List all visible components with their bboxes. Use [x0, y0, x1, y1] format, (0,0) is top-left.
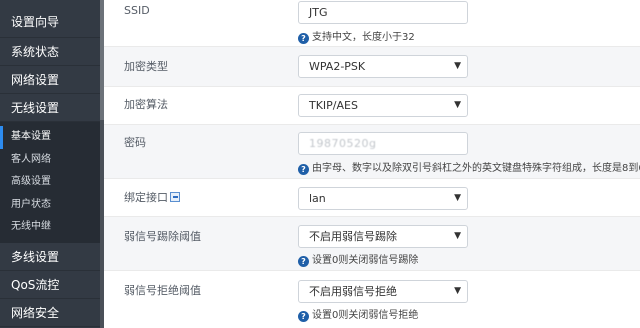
encryption-type-select[interactable]: WPA2-PSK ▼ — [298, 55, 468, 78]
sidebar-item-system-status[interactable]: 系统状态 — [0, 38, 100, 66]
row-ssid: SSID JTG ? 支持中文，长度小于32 — [104, 0, 640, 47]
weak-reject-hint-text: 设置0则关闭弱信号拒绝 — [312, 310, 419, 321]
weak-kick-label: 弱信号踢除阈值 — [124, 230, 201, 243]
caret-down-icon: ▼ — [454, 100, 461, 110]
link-icon[interactable] — [170, 192, 180, 202]
password-hint: ? 由字母、数字以及除双引号斜杠之外的英文键盘特殊字符组成，长度是8到6 — [298, 159, 640, 175]
submenu-item-user-status[interactable]: 用户状态 — [0, 194, 100, 217]
ssid-input[interactable]: JTG — [298, 1, 468, 24]
encryption-type-label: 加密类型 — [124, 60, 168, 73]
caret-down-icon: ▼ — [454, 193, 461, 203]
caret-down-icon: ▼ — [454, 231, 461, 241]
password-hint-text: 由字母、数字以及除双引号斜杠之外的英文键盘特殊字符组成，长度是8到6 — [312, 163, 640, 174]
encryption-algo-label: 加密算法 — [124, 98, 168, 111]
sidebar-item-network-security[interactable]: 网络安全 — [0, 299, 100, 327]
sidebar-item-multi-wan[interactable]: 多线设置 — [0, 243, 100, 271]
ssid-label: SSID — [124, 4, 150, 17]
sidebar: 设置向导 系统状态 网络设置 无线设置 基本设置 客人网络 高级设置 用户状态 … — [0, 0, 100, 328]
bind-interface-select[interactable]: lan ▼ — [298, 187, 468, 210]
weak-reject-label: 弱信号拒绝阈值 — [124, 284, 201, 297]
sidebar-item-qos[interactable]: QoS流控 — [0, 271, 100, 299]
encryption-algo-value: TKIP/AES — [309, 99, 358, 112]
weak-kick-select[interactable]: 不启用弱信号踢除 ▼ — [298, 225, 468, 248]
caret-down-icon: ▼ — [454, 286, 461, 296]
row-password: 密码 19870520g ? 由字母、数字以及除双引号斜杠之外的英文键盘特殊字符组… — [104, 125, 640, 179]
row-bind-interface: 绑定接口 lan ▼ — [104, 179, 640, 217]
encryption-type-value: WPA2-PSK — [309, 60, 366, 73]
help-circle-icon: ? — [298, 164, 309, 175]
help-circle-icon: ? — [298, 311, 309, 322]
row-weak-signal-kick: 弱信号踢除阈值 不启用弱信号踢除 ▼ ? 设置0则关闭弱信号踢除 — [104, 217, 640, 271]
password-input[interactable]: 19870520g — [298, 132, 468, 155]
weak-reject-hint: ? 设置0则关闭弱信号拒绝 — [298, 306, 418, 322]
submenu-item-wireless-relay[interactable]: 无线中继 — [0, 216, 100, 239]
wireless-submenu: 基本设置 客人网络 高级设置 用户状态 无线中继 — [0, 122, 100, 243]
weak-kick-hint-text: 设置0则关闭弱信号踢除 — [312, 255, 419, 266]
bind-interface-label: 绑定接口 — [124, 191, 168, 204]
weak-reject-select[interactable]: 不启用弱信号拒绝 ▼ — [298, 280, 468, 303]
weak-kick-value: 不启用弱信号踢除 — [309, 230, 397, 243]
sidebar-item-network-settings[interactable]: 网络设置 — [0, 66, 100, 94]
submenu-item-advanced-settings[interactable]: 高级设置 — [0, 171, 100, 194]
ssid-hint-text: 支持中文，长度小于32 — [312, 32, 415, 43]
weak-reject-value: 不启用弱信号拒绝 — [309, 285, 397, 298]
bind-interface-label-wrap: 绑定接口 — [124, 189, 180, 205]
password-value: 19870520g — [309, 137, 377, 150]
submenu-item-guest-network[interactable]: 客人网络 — [0, 149, 100, 172]
help-circle-icon: ? — [298, 256, 309, 267]
bind-interface-value: lan — [309, 192, 326, 205]
help-circle-icon: ? — [298, 33, 309, 44]
sidebar-item-setup-wizard[interactable]: 设置向导 — [0, 0, 100, 38]
password-label: 密码 — [124, 136, 146, 149]
caret-down-icon: ▼ — [454, 61, 461, 71]
encryption-algo-select[interactable]: TKIP/AES ▼ — [298, 94, 468, 117]
submenu-item-basic-settings[interactable]: 基本设置 — [0, 126, 100, 149]
settings-form: SSID JTG ? 支持中文，长度小于32 加密类型 WPA2-PSK ▼ 加密… — [104, 0, 640, 328]
ssid-value: JTG — [309, 6, 328, 19]
sidebar-item-wireless-settings[interactable]: 无线设置 — [0, 94, 100, 122]
row-encryption-type: 加密类型 WPA2-PSK ▼ — [104, 47, 640, 87]
ssid-hint: ? 支持中文，长度小于32 — [298, 28, 415, 44]
row-weak-signal-reject: 弱信号拒绝阈值 不启用弱信号拒绝 ▼ ? 设置0则关闭弱信号拒绝 — [104, 271, 640, 328]
weak-kick-hint: ? 设置0则关闭弱信号踢除 — [298, 251, 418, 267]
row-encryption-algo: 加密算法 TKIP/AES ▼ — [104, 87, 640, 125]
